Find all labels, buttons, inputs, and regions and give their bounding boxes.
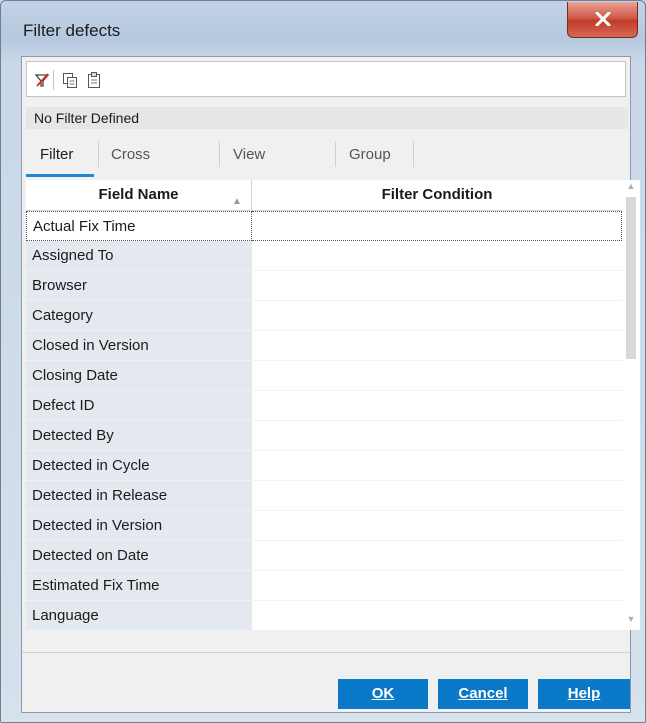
filter-defects-window: Filter defects No Filter Defined Filter … xyxy=(0,0,646,723)
filter-condition-cell[interactable] xyxy=(252,391,622,421)
table-row[interactable]: Defect ID xyxy=(26,391,622,421)
filter-condition-cell[interactable] xyxy=(252,301,622,331)
toolbar-separator xyxy=(53,70,54,90)
filter-condition-cell[interactable] xyxy=(252,241,622,271)
table-row[interactable]: Assigned To xyxy=(26,241,622,271)
field-name-cell: Detected in Cycle xyxy=(26,451,252,481)
close-button[interactable] xyxy=(567,2,638,38)
field-name-cell: Defect ID xyxy=(26,391,252,421)
table-row[interactable]: Actual Fix Time xyxy=(26,211,622,241)
cancel-button[interactable]: Cancel xyxy=(438,679,528,709)
filter-condition-cell[interactable] xyxy=(252,481,622,511)
filter-condition-cell[interactable] xyxy=(252,421,622,451)
field-name-cell: Detected in Release xyxy=(26,481,252,511)
tab-separator xyxy=(413,141,414,167)
active-tab-indicator xyxy=(26,174,94,177)
table-row[interactable]: Detected in Version xyxy=(26,511,622,541)
filter-condition-cell[interactable] xyxy=(252,211,622,241)
footer-divider xyxy=(22,652,630,653)
table-row[interactable]: Category xyxy=(26,301,622,331)
grid-vertical-scrollbar[interactable]: ▲ ▼ xyxy=(622,180,640,630)
filter-condition-cell[interactable] xyxy=(252,571,622,601)
field-name-cell: Detected on Date xyxy=(26,541,252,571)
tab-cross-filter[interactable]: Cross Filter xyxy=(111,137,150,199)
filter-grid: Field Name ▲ Filter Condition Actual Fix… xyxy=(26,180,626,630)
filter-condition-cell[interactable] xyxy=(252,361,622,391)
tab-group[interactable]: Group xyxy=(349,137,391,177)
field-name-cell: Detected By xyxy=(26,421,252,451)
table-row[interactable]: Language xyxy=(26,601,622,630)
tab-separator xyxy=(335,141,336,167)
scrollbar-thumb[interactable] xyxy=(626,197,636,359)
table-row[interactable]: Detected on Date xyxy=(26,541,622,571)
field-name-cell: Browser xyxy=(26,271,252,301)
copy-icon[interactable] xyxy=(61,71,79,89)
filter-clear-icon[interactable] xyxy=(33,71,51,89)
ok-button[interactable]: OK xyxy=(338,679,428,709)
tab-separator xyxy=(219,141,220,167)
scroll-down-arrow-icon[interactable]: ▼ xyxy=(622,614,640,628)
table-row[interactable]: Detected in Release xyxy=(26,481,622,511)
dialog-body: No Filter Defined Filter Cross Filter Vi… xyxy=(21,56,640,713)
filter-summary: No Filter Defined xyxy=(26,107,628,129)
field-name-cell: Estimated Fix Time xyxy=(26,571,252,601)
window-title: Filter defects xyxy=(23,21,121,40)
tab-filter[interactable]: Filter xyxy=(40,137,73,177)
table-row[interactable]: Estimated Fix Time xyxy=(26,571,622,601)
tab-separator xyxy=(98,141,99,167)
field-name-cell: Assigned To xyxy=(26,241,252,271)
paste-icon[interactable] xyxy=(85,71,103,89)
field-name-cell: Closing Date xyxy=(26,361,252,391)
grid-header: Field Name ▲ Filter Condition xyxy=(26,180,622,211)
table-row[interactable]: Closing Date xyxy=(26,361,622,391)
filter-condition-cell[interactable] xyxy=(252,451,622,481)
field-name-cell: Closed in Version xyxy=(26,331,252,361)
table-row[interactable]: Closed in Version xyxy=(26,331,622,361)
filter-condition-cell[interactable] xyxy=(252,541,622,571)
table-row[interactable]: Detected in Cycle xyxy=(26,451,622,481)
field-name-header-label: Field Name xyxy=(98,186,179,203)
filter-condition-cell[interactable] xyxy=(252,331,622,361)
table-row[interactable]: Detected By xyxy=(26,421,622,451)
column-header-filter-condition[interactable]: Filter Condition xyxy=(252,180,622,210)
field-name-cell: Detected in Version xyxy=(26,511,252,541)
filter-condition-cell[interactable] xyxy=(252,271,622,301)
field-name-cell: Category xyxy=(26,301,252,331)
field-name-cell: Actual Fix Time xyxy=(26,211,252,241)
scroll-up-arrow-icon[interactable]: ▲ xyxy=(622,181,640,195)
close-icon xyxy=(595,12,611,26)
table-row[interactable]: Browser xyxy=(26,271,622,301)
filter-condition-cell[interactable] xyxy=(252,601,622,630)
column-header-field-name[interactable]: Field Name ▲ xyxy=(26,180,252,210)
toolbar xyxy=(26,61,626,97)
help-button[interactable]: Help xyxy=(538,679,630,709)
field-name-cell: Language xyxy=(26,601,252,630)
filter-condition-cell[interactable] xyxy=(252,511,622,541)
tab-view-order[interactable]: View Order xyxy=(233,137,271,199)
